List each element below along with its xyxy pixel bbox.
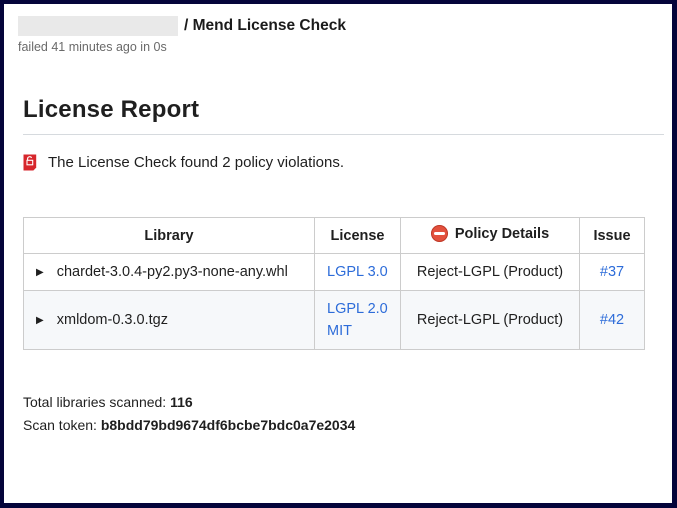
redacted-workflow-name	[18, 16, 178, 36]
license-report-table: Library License Policy Details Issue ▶	[23, 217, 645, 350]
library-name: xmldom-0.3.0.tgz	[57, 312, 168, 328]
run-title-text: / Mend License Check	[184, 17, 346, 35]
total-libraries-line: Total libraries scanned: 116	[23, 394, 664, 410]
library-cell: ▶ xmldom-0.3.0.tgz	[24, 291, 315, 350]
issue-link[interactable]: #37	[600, 264, 624, 280]
library-cell: ▶ chardet-3.0.4-py2.py3-none-any.whl	[24, 254, 315, 291]
column-header-issue: Issue	[580, 218, 645, 254]
violation-message: The License Check found 2 policy violati…	[48, 154, 344, 171]
policy-cell: Reject-LGPL (Product)	[401, 254, 580, 291]
license-cell: LGPL 3.0	[315, 254, 401, 291]
violation-summary: The License Check found 2 policy violati…	[23, 154, 664, 171]
table-header-row: Library License Policy Details Issue	[24, 218, 645, 254]
expand-row-icon[interactable]: ▶	[36, 267, 44, 278]
column-header-library: Library	[24, 218, 315, 254]
run-header: / Mend License Check failed 41 minutes a…	[18, 16, 672, 54]
scan-token-line: Scan token: b8bdd79bd9674df6bcbe7bdc0a7e…	[23, 417, 664, 433]
issue-cell: #42	[580, 291, 645, 350]
no-entry-icon	[431, 225, 448, 242]
scan-token-value: b8bdd79bd9674df6bcbe7bdc0a7e2034	[101, 417, 355, 433]
license-link[interactable]: LGPL 3.0	[327, 261, 388, 283]
table-row: ▶ xmldom-0.3.0.tgz LGPL 2.0 MIT Reject-L…	[24, 291, 645, 350]
license-link[interactable]: MIT	[327, 320, 352, 342]
column-header-license: License	[315, 218, 401, 254]
expand-row-icon[interactable]: ▶	[36, 315, 44, 326]
license-cell: LGPL 2.0 MIT	[315, 291, 401, 350]
policy-cell: Reject-LGPL (Product)	[401, 291, 580, 350]
library-name: chardet-3.0.4-py2.py3-none-any.whl	[57, 264, 288, 280]
column-header-policy: Policy Details	[401, 218, 580, 254]
report-body: License Report The License Check found 2…	[23, 96, 664, 433]
check-run-page: / Mend License Check failed 41 minutes a…	[0, 0, 677, 508]
page-title: License Report	[23, 96, 664, 124]
issue-link[interactable]: #42	[600, 312, 624, 328]
scan-token-label: Scan token:	[23, 417, 97, 433]
run-title: / Mend License Check	[18, 16, 672, 36]
issue-cell: #37	[580, 254, 645, 291]
run-status: failed 41 minutes ago in 0s	[18, 40, 672, 54]
scan-summary: Total libraries scanned: 116 Scan token:…	[23, 394, 664, 433]
policy-header-label: Policy Details	[455, 226, 549, 242]
total-libraries-value: 116	[170, 394, 193, 410]
table-row: ▶ chardet-3.0.4-py2.py3-none-any.whl LGP…	[24, 254, 645, 291]
license-violation-icon	[23, 154, 37, 171]
heading-divider	[23, 134, 664, 135]
license-link[interactable]: LGPL 2.0	[327, 298, 388, 320]
total-libraries-label: Total libraries scanned:	[23, 394, 166, 410]
